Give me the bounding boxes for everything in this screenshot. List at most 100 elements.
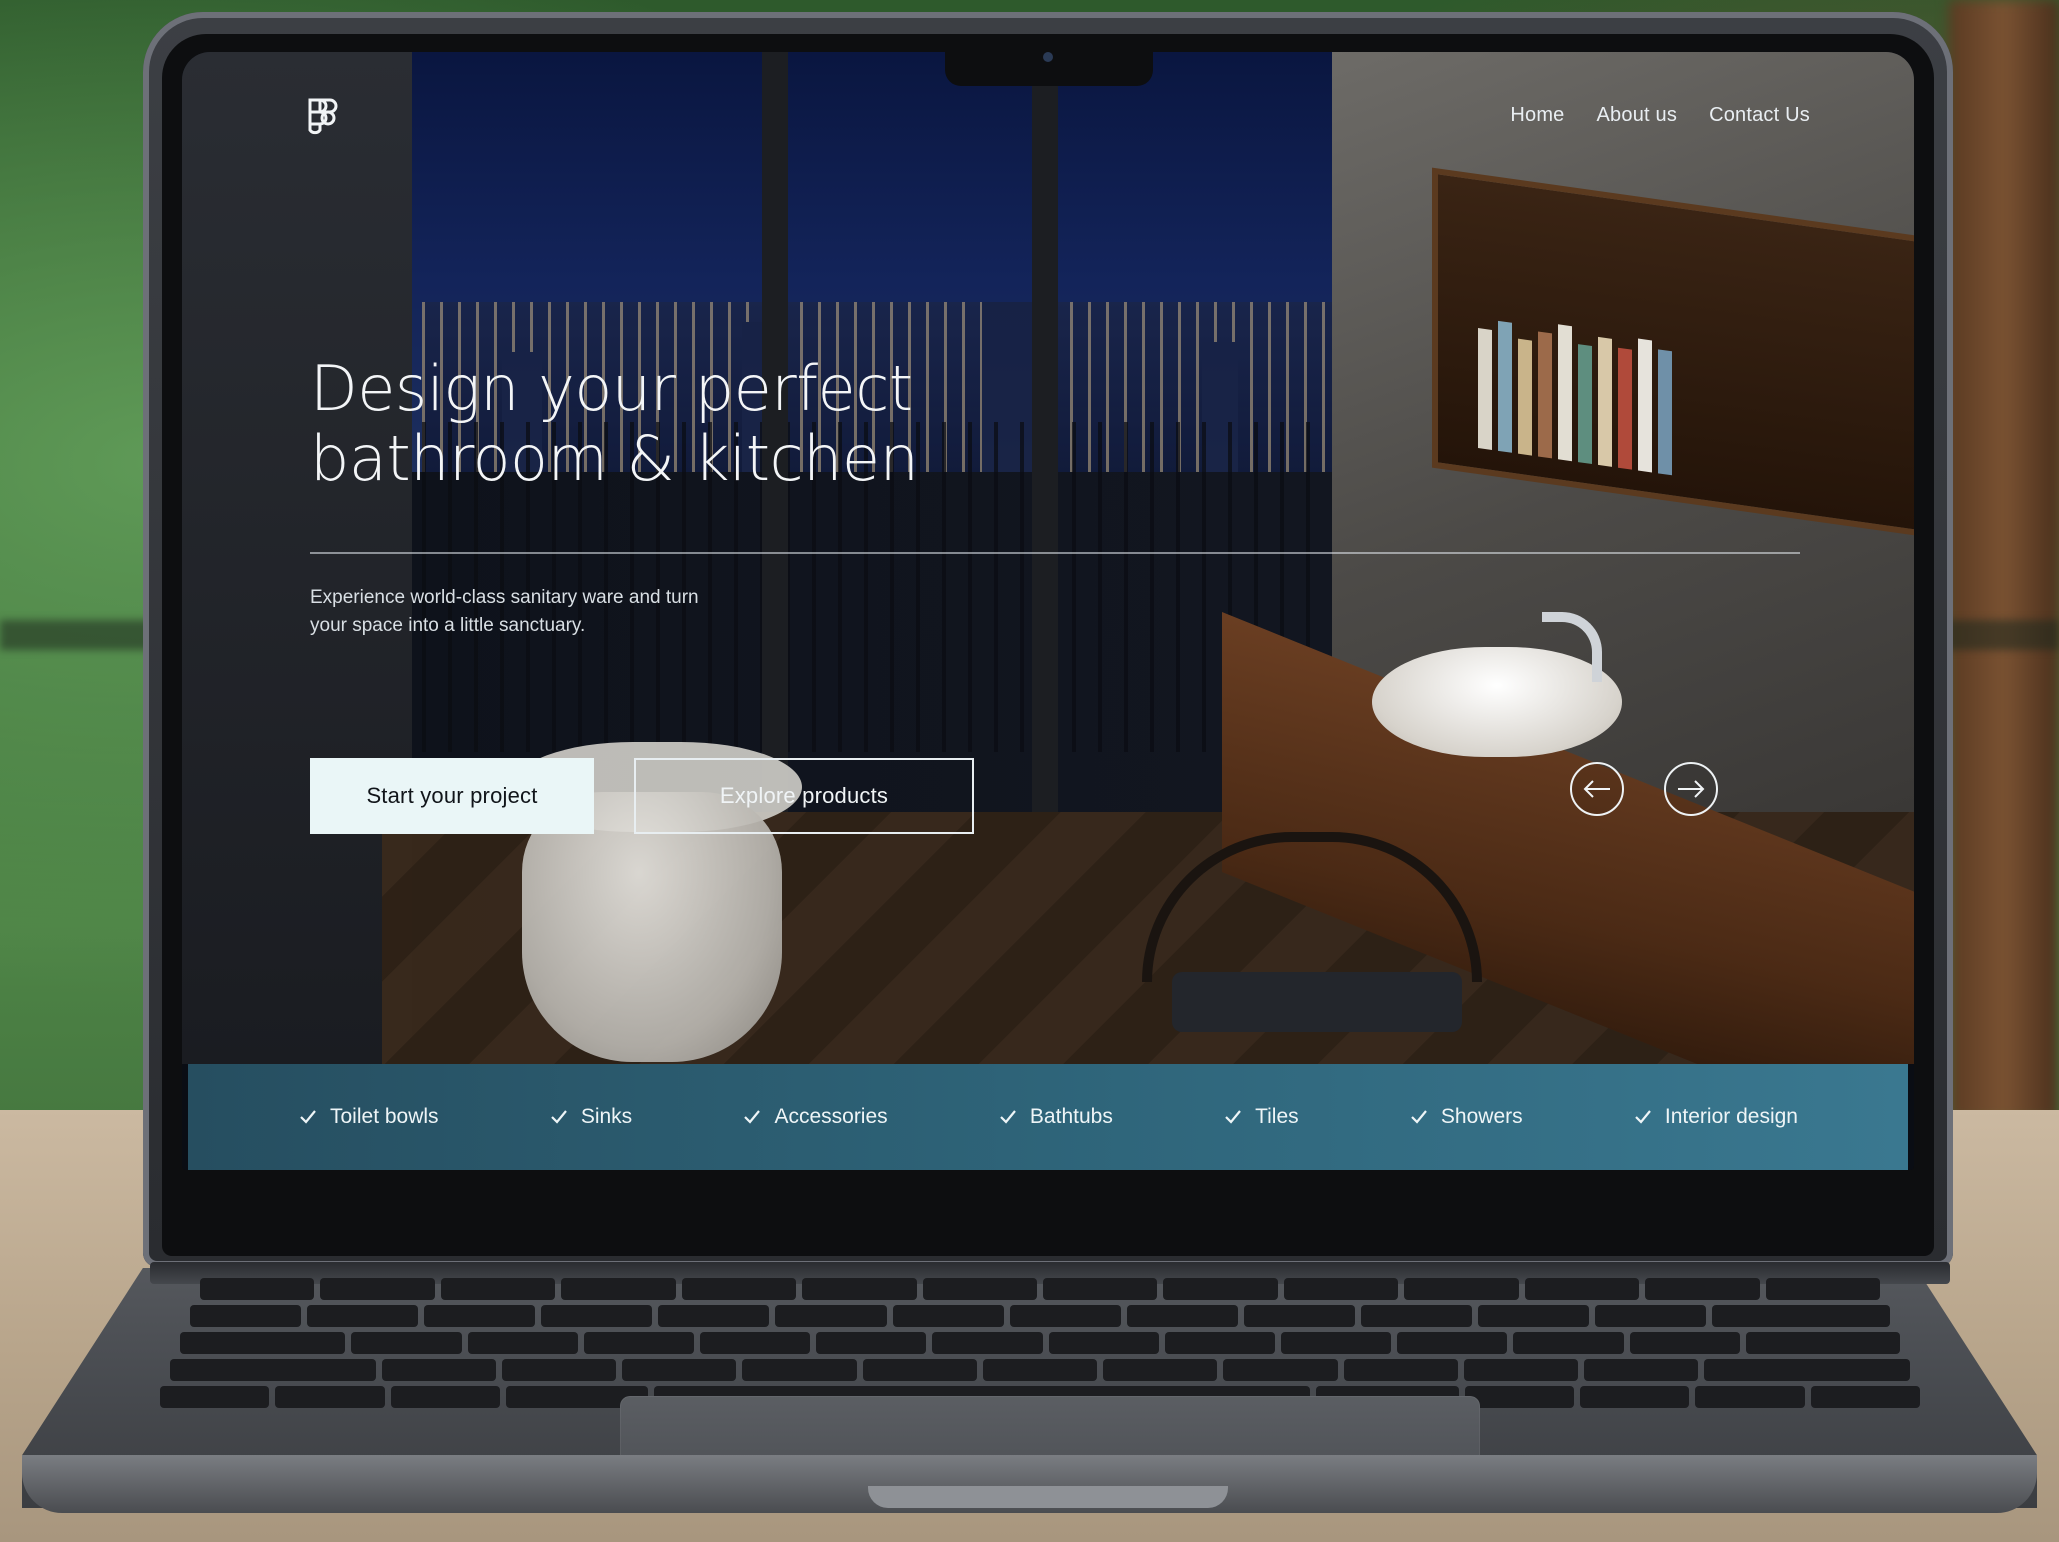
- key: [169, 1359, 376, 1381]
- key: [1629, 1332, 1740, 1354]
- nav-link-contact-us[interactable]: Contact Us: [1709, 104, 1810, 127]
- key: [681, 1278, 797, 1300]
- laptop-keyboard: [160, 1278, 1921, 1408]
- keyboard-row: [160, 1305, 1920, 1327]
- carousel-prev-button[interactable]: [1570, 762, 1624, 816]
- check-icon: [1225, 1110, 1241, 1124]
- keyboard-row: [160, 1278, 1920, 1300]
- category-toilet-bowls[interactable]: Toilet bowls: [300, 1105, 439, 1129]
- category-accessories[interactable]: Accessories: [744, 1105, 888, 1129]
- key: [1223, 1359, 1338, 1381]
- key: [275, 1386, 385, 1408]
- shelf-book: [1478, 328, 1492, 450]
- key: [1712, 1305, 1890, 1327]
- key: [561, 1278, 676, 1300]
- key: [440, 1278, 556, 1300]
- category-showers[interactable]: Showers: [1411, 1105, 1523, 1129]
- hero-divider: [310, 552, 1800, 554]
- key: [1595, 1305, 1707, 1327]
- shelf-book: [1618, 347, 1632, 470]
- hero-left-wall: [182, 52, 412, 1064]
- check-icon: [744, 1110, 761, 1124]
- key: [351, 1332, 462, 1354]
- hero-subtext: Experience world-class sanitary ware and…: [310, 587, 699, 636]
- category-sinks[interactable]: Sinks: [551, 1105, 632, 1129]
- start-project-button[interactable]: Start your project: [310, 758, 594, 834]
- shelf-book: [1658, 349, 1672, 476]
- hero-chair-seat: [1172, 972, 1462, 1032]
- key: [816, 1332, 927, 1354]
- check-icon: [300, 1110, 316, 1124]
- key: [922, 1278, 1037, 1300]
- key: [1009, 1305, 1121, 1327]
- shelf-book: [1578, 344, 1592, 465]
- key: [190, 1305, 302, 1327]
- key: [1360, 1305, 1473, 1327]
- shelf-book: [1538, 331, 1552, 459]
- key: [1478, 1305, 1590, 1327]
- nav-link-home[interactable]: Home: [1510, 104, 1564, 127]
- check-icon: [1411, 1110, 1427, 1124]
- category-tiles[interactable]: Tiles: [1225, 1105, 1299, 1129]
- key: [1584, 1359, 1699, 1381]
- key: [622, 1359, 737, 1381]
- key: [200, 1278, 315, 1300]
- key: [1579, 1386, 1690, 1408]
- key: [424, 1305, 536, 1327]
- nav-link-about-us[interactable]: About us: [1597, 104, 1678, 127]
- key: [541, 1305, 653, 1327]
- hero-headline-line-1: Design your perfect: [310, 352, 913, 425]
- key: [320, 1278, 435, 1300]
- key: [1513, 1332, 1624, 1354]
- key: [1243, 1305, 1355, 1327]
- key: [1645, 1278, 1760, 1300]
- key: [1103, 1359, 1218, 1381]
- category-label: Accessories: [774, 1105, 888, 1128]
- key: [1126, 1305, 1238, 1327]
- category-label: Interior design: [1664, 1105, 1798, 1128]
- key: [1745, 1332, 1901, 1354]
- key: [1397, 1332, 1508, 1354]
- check-icon: [1000, 1110, 1016, 1124]
- shelf-book: [1518, 338, 1532, 456]
- camera-notch: [945, 44, 1153, 86]
- category-label: Toilet bowls: [330, 1105, 439, 1128]
- shelf-book: [1558, 324, 1572, 462]
- main-nav: Home About us Contact Us: [1510, 104, 1810, 127]
- key: [892, 1305, 1004, 1327]
- hero-headline-line-2: bathroom & kitchen: [310, 422, 919, 495]
- key: [1043, 1278, 1158, 1300]
- key: [1765, 1278, 1880, 1300]
- key: [802, 1278, 917, 1300]
- key: [1164, 1332, 1275, 1354]
- key: [982, 1359, 1098, 1381]
- key: [180, 1332, 346, 1354]
- key: [742, 1359, 857, 1381]
- key: [658, 1305, 770, 1327]
- key: [1283, 1278, 1399, 1300]
- keyboard-row: [160, 1332, 1920, 1354]
- key: [1048, 1332, 1159, 1354]
- category-interior-design[interactable]: Interior design: [1635, 1105, 1798, 1129]
- carousel-next-button[interactable]: [1664, 762, 1718, 816]
- hero-headline: Design your perfect bathroom & kitchen: [310, 354, 1210, 494]
- category-bathtubs[interactable]: Bathtubs: [1000, 1105, 1113, 1129]
- website-screen: Home About us Contact Us Design your per…: [182, 52, 1914, 1170]
- key: [390, 1386, 501, 1408]
- key: [1404, 1278, 1519, 1300]
- key: [583, 1332, 694, 1354]
- shelf-book: [1638, 338, 1652, 473]
- category-label: Showers: [1440, 1105, 1523, 1128]
- category-label: Sinks: [580, 1105, 633, 1128]
- key: [699, 1332, 811, 1354]
- laptop-opening-notch: [868, 1486, 1228, 1508]
- key: [1280, 1332, 1392, 1354]
- stacked-shapes-logo-icon[interactable]: [306, 96, 342, 140]
- explore-products-button[interactable]: Explore products: [634, 758, 974, 834]
- key: [1163, 1278, 1278, 1300]
- background-wood-post: [1949, 0, 2059, 1120]
- arrow-left-icon: [1583, 780, 1610, 798]
- check-icon: [1635, 1110, 1651, 1124]
- key: [1343, 1359, 1458, 1381]
- key: [775, 1305, 887, 1327]
